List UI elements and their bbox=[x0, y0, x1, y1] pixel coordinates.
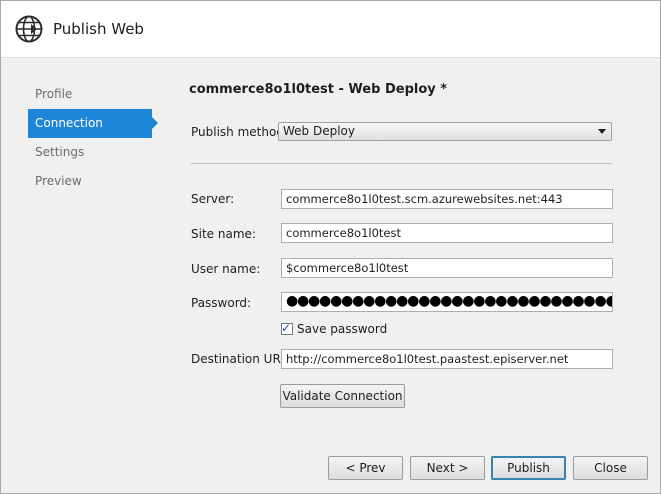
server-label: Server: bbox=[191, 192, 235, 206]
page-heading: commerce8o1l0test - Web Deploy * bbox=[189, 82, 448, 97]
nav-item-preview[interactable]: Preview bbox=[28, 167, 158, 196]
next-button[interactable]: Next > bbox=[410, 456, 485, 480]
publish-method-label: Publish method: bbox=[191, 125, 288, 139]
user-name-label: User name: bbox=[191, 262, 261, 276]
publish-method-select[interactable]: Web Deploy bbox=[278, 122, 612, 141]
close-button[interactable]: Close bbox=[573, 456, 648, 480]
divider bbox=[191, 163, 612, 164]
destination-url-label: Destination URL: bbox=[191, 352, 292, 366]
save-password-label[interactable]: Save password bbox=[297, 322, 387, 336]
save-password-checkbox[interactable]: ✓ bbox=[281, 321, 293, 335]
nav-item-settings[interactable]: Settings bbox=[28, 138, 158, 167]
wizard-nav: Profile Connection Settings Preview bbox=[28, 80, 158, 196]
dialog-body: Profile Connection Settings Preview comm… bbox=[1, 58, 660, 493]
destination-url-input[interactable]: http://commerce8o1l0test.paastest.episer… bbox=[281, 349, 613, 369]
site-name-input[interactable]: commerce8o1l0test bbox=[281, 223, 613, 243]
publish-button[interactable]: Publish bbox=[491, 456, 566, 480]
chevron-down-icon bbox=[598, 129, 606, 134]
nav-item-profile[interactable]: Profile bbox=[28, 80, 158, 109]
window-title: Publish Web bbox=[53, 20, 144, 38]
globe-publish-icon bbox=[15, 15, 43, 43]
password-input[interactable]: ●●●●●●●●●●●●●●●●●●●●●●●●●●●●●●●●●●●●●●●●… bbox=[281, 292, 613, 312]
publish-method-value: Web Deploy bbox=[283, 124, 355, 138]
prev-button[interactable]: < Prev bbox=[328, 456, 403, 480]
server-input[interactable]: commerce8o1l0test.scm.azurewebsites.net:… bbox=[281, 189, 613, 209]
checkmark-icon: ✓ bbox=[281, 321, 292, 335]
publish-web-dialog: Publish Web Profile Connection Settings … bbox=[0, 0, 661, 494]
title-bar: Publish Web bbox=[1, 1, 660, 58]
nav-item-connection[interactable]: Connection bbox=[28, 109, 158, 138]
password-label: Password: bbox=[191, 296, 252, 310]
user-name-input[interactable]: $commerce8o1l0test bbox=[281, 258, 613, 278]
site-name-label: Site name: bbox=[191, 227, 256, 241]
validate-connection-button[interactable]: Validate Connection bbox=[280, 384, 405, 408]
